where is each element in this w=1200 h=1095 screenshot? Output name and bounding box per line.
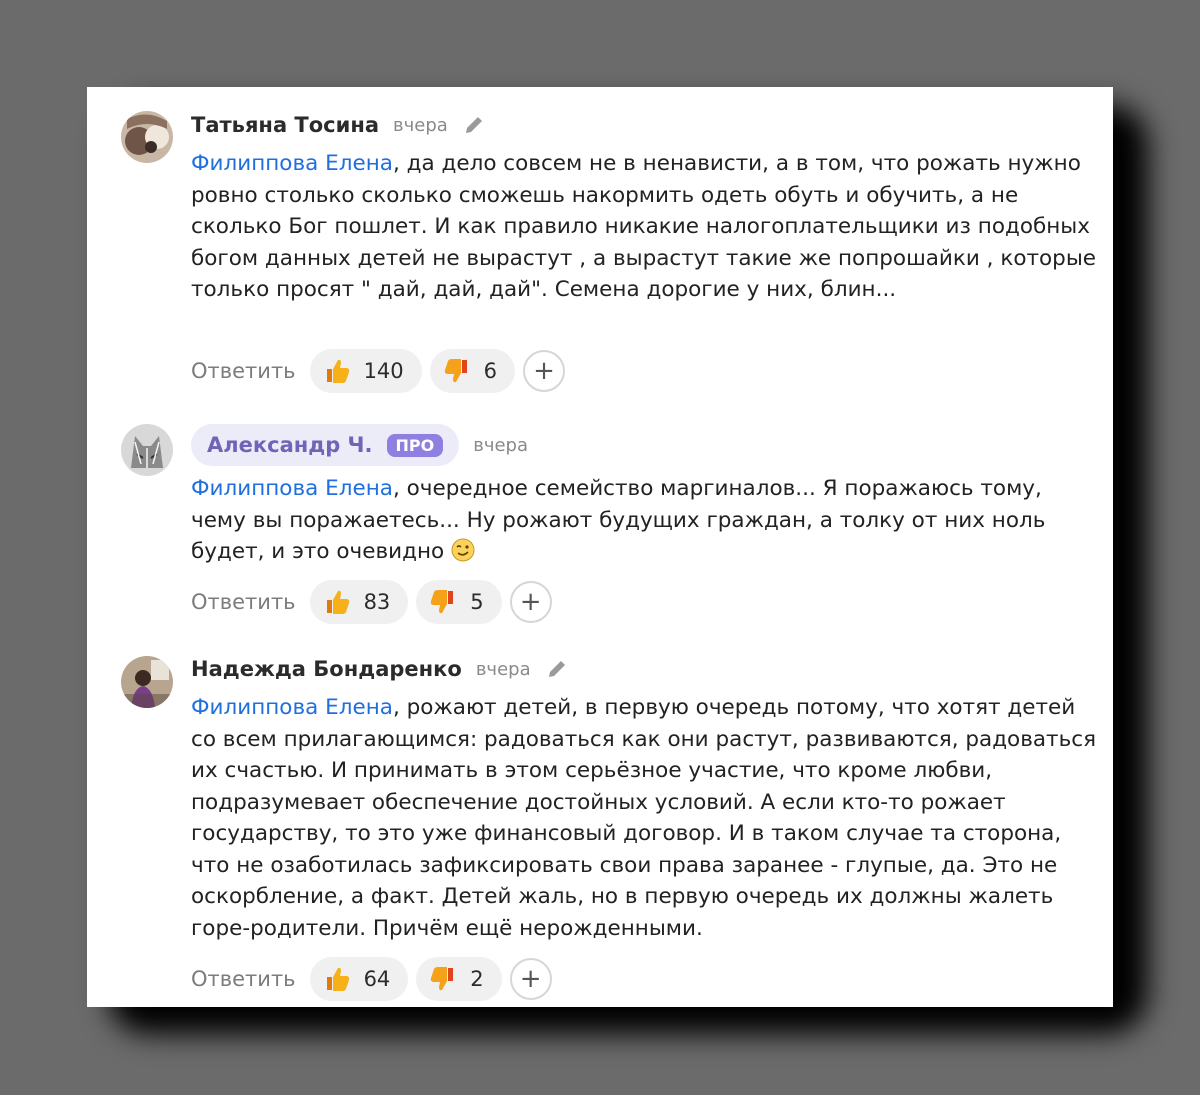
comment-time: вчера: [475, 658, 531, 680]
pro-badge: ПРО: [386, 433, 444, 457]
comment-header: Надежда Бондаренко вчера: [191, 657, 569, 681]
like-count: 64: [363, 967, 391, 991]
reply-button[interactable]: Ответить: [191, 967, 296, 991]
dislike-button[interactable]: 5: [416, 580, 502, 624]
comment-header: Татьяна Тосина вчера: [191, 113, 486, 137]
like-button[interactable]: 64: [309, 957, 409, 1001]
comments-card: Татьяна Тосина вчера Филиппова Елена, да…: [87, 87, 1113, 1007]
author-name[interactable]: Александр Ч.: [207, 433, 373, 457]
dislike-count: 2: [470, 967, 484, 991]
add-reaction-button[interactable]: +: [509, 958, 552, 1000]
comment-time: вчера: [473, 434, 529, 456]
comment-time: вчера: [393, 114, 448, 136]
dislike-button[interactable]: 2: [416, 957, 502, 1001]
comment-actions: Ответить 83 5 +: [191, 580, 552, 624]
like-count: 140: [363, 359, 404, 383]
reply-button[interactable]: Ответить: [191, 359, 296, 383]
comment-body: , рожают детей, в первую очередь потому,…: [191, 695, 1097, 941]
like-button[interactable]: 83: [309, 580, 409, 624]
comment-text: Филиппова Елена, да дело совсем не в нен…: [191, 148, 1096, 306]
like-count: 83: [363, 590, 391, 614]
thumbs-up-icon: [326, 590, 349, 614]
author-pill[interactable]: Александр Ч. ПРО: [191, 424, 460, 466]
thumbs-up-icon: [326, 967, 349, 991]
comment-actions: Ответить 64 2 +: [191, 957, 552, 1001]
mention-link[interactable]: Филиппова Елена: [191, 151, 393, 176]
comment-header: Александр Ч. ПРО вчера: [191, 424, 528, 466]
avatar[interactable]: [121, 111, 173, 163]
author-name[interactable]: Надежда Бондаренко: [191, 657, 462, 681]
comment-actions: Ответить 140 6 +: [191, 349, 566, 393]
comment-text: Филиппова Елена, рожают детей, в первую …: [191, 692, 1096, 944]
mention-link[interactable]: Филиппова Елена: [191, 476, 393, 501]
thumbs-down-icon: [444, 359, 467, 383]
pencil-icon[interactable]: [545, 657, 569, 681]
author-name[interactable]: Татьяна Тосина: [191, 113, 379, 137]
wink-emoji-icon: [451, 538, 475, 562]
avatar[interactable]: [121, 656, 173, 708]
dislike-count: 5: [470, 590, 484, 614]
thumbs-up-icon: [326, 359, 349, 383]
like-button[interactable]: 140: [309, 349, 422, 393]
comment-text: Филиппова Елена, очередное семейство мар…: [191, 473, 1096, 568]
avatar[interactable]: [121, 424, 173, 476]
add-reaction-button[interactable]: +: [509, 581, 552, 623]
mention-link[interactable]: Филиппова Елена: [191, 695, 393, 720]
reply-button[interactable]: Ответить: [191, 590, 296, 614]
pencil-icon[interactable]: [462, 113, 486, 137]
dislike-button[interactable]: 6: [429, 349, 516, 393]
thumbs-down-icon: [431, 967, 454, 991]
thumbs-down-icon: [431, 590, 454, 614]
add-reaction-button[interactable]: +: [523, 350, 566, 392]
dislike-count: 6: [483, 359, 498, 383]
